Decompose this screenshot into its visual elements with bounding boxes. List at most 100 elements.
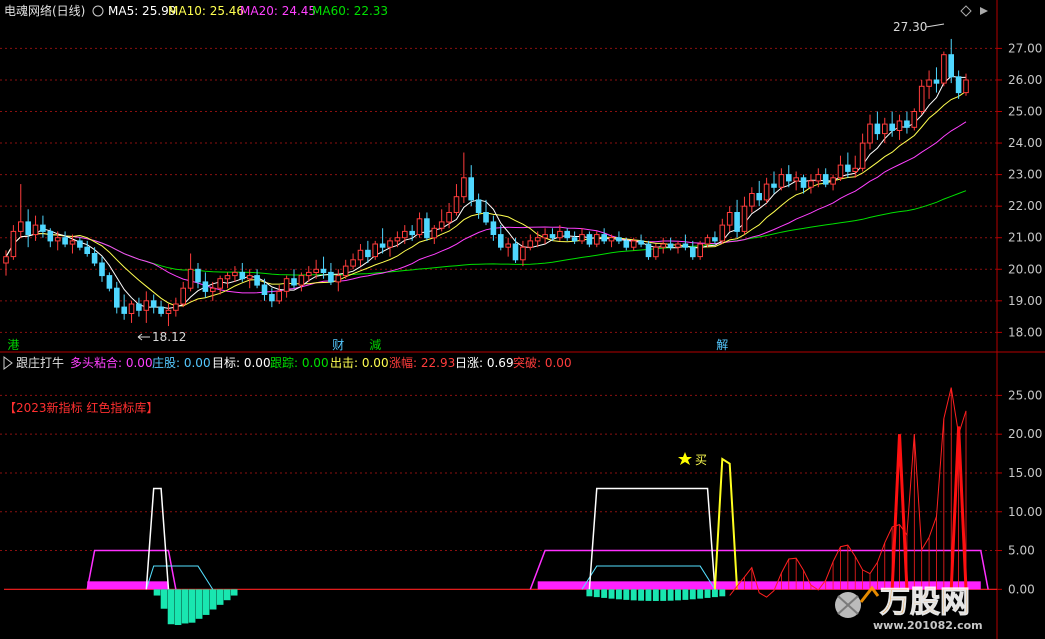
- candle-body: [69, 240, 76, 245]
- candle: [882, 117, 888, 144]
- candle-body: [269, 294, 275, 302]
- green-bar: [704, 589, 711, 598]
- candle: [372, 240, 378, 260]
- candle-body: [173, 303, 179, 311]
- candle-body: [667, 243, 674, 248]
- price-axis: 18.00 19.00 20.00 21.00 22.00 23.00 24.00 25.00…: [997, 41, 1042, 339]
- candle-body: [859, 142, 866, 169]
- green-bar: [689, 589, 696, 600]
- candle: [490, 215, 497, 241]
- candle-body: [165, 309, 172, 314]
- green-bar: [153, 589, 161, 596]
- buy-signal-label: 买: [695, 453, 707, 467]
- genzong-label: 跟踪: 0.00: [270, 356, 329, 370]
- price-tick-label: 24.00: [1008, 136, 1042, 150]
- candle: [682, 234, 689, 251]
- candle-body: [54, 237, 61, 242]
- candle: [453, 184, 460, 216]
- candle-body: [616, 237, 622, 242]
- candle-body: [564, 230, 571, 239]
- candle-body: [719, 224, 726, 242]
- candle-body: [136, 303, 142, 311]
- candle: [143, 291, 150, 323]
- candle: [837, 155, 844, 181]
- candle: [468, 165, 474, 207]
- candlesticks: [3, 38, 969, 327]
- collapse-icon[interactable]: [3, 356, 13, 370]
- candle-body: [549, 234, 556, 239]
- settings-icon[interactable]: [92, 5, 104, 17]
- candle-body: [712, 237, 718, 242]
- candle: [342, 259, 349, 279]
- candle-body: [726, 212, 733, 226]
- green-bar: [209, 589, 217, 610]
- candle: [18, 184, 24, 238]
- green-bar: [682, 589, 689, 600]
- indicator-lines: [4, 387, 997, 626]
- candle-body: [246, 275, 253, 280]
- green-bar: [195, 589, 203, 619]
- candle-body: [756, 193, 763, 201]
- watermark: 万股网 www.201082.com: [835, 585, 983, 632]
- price-min-label: 18.12: [152, 330, 186, 344]
- grid-lines: [0, 47, 997, 552]
- candle-body: [180, 287, 186, 305]
- indicator-tick-label: 20.00: [1008, 427, 1042, 441]
- candle: [505, 237, 511, 257]
- duotou-label: 多头粘合: 0.00: [70, 355, 153, 370]
- green-bar: [586, 589, 593, 597]
- candle: [394, 231, 401, 248]
- rizhang-label: 日涨: 0.69: [455, 355, 514, 370]
- candle-body: [830, 177, 836, 185]
- candle: [645, 240, 652, 260]
- candle-body: [763, 183, 770, 201]
- candle-body: [424, 218, 430, 239]
- candle-body: [453, 196, 460, 213]
- watermark-logo: 万股网: [880, 585, 970, 620]
- indicator-name: 跟庄打牛: [16, 355, 64, 370]
- candle: [896, 114, 903, 140]
- mubiao-label: 目标: 0.00: [212, 356, 271, 370]
- candle: [173, 297, 179, 317]
- candle: [202, 272, 209, 298]
- green-bar: [711, 589, 718, 598]
- chart-frame: [0, 0, 1045, 639]
- candle-body: [99, 262, 105, 277]
- stock-chart: 电魂网络(日线) MA5: 25.99 MA10: 25.46 MA20: 24…: [0, 0, 1045, 639]
- candle-body: [904, 120, 910, 128]
- candle: [874, 111, 881, 140]
- candle-body: [416, 218, 423, 236]
- indicator-tick-label: 25.00: [1008, 388, 1042, 402]
- green-bar: [216, 589, 224, 605]
- diamond-icon[interactable]: [960, 5, 972, 17]
- candle-body: [217, 278, 223, 289]
- candle-body: [224, 275, 231, 280]
- ma10-line: [5, 90, 967, 307]
- candle-body: [158, 306, 164, 314]
- ma60-label: MA60: 22.33: [312, 4, 388, 18]
- candle: [158, 300, 164, 317]
- candle-body: [291, 278, 297, 286]
- candle: [47, 228, 54, 248]
- candle-body: [542, 234, 548, 239]
- candle-body: [350, 259, 356, 267]
- candle: [328, 262, 334, 286]
- candle-body: [91, 253, 98, 264]
- candle-body: [837, 164, 844, 179]
- candle-body: [808, 180, 814, 188]
- chuji-label: 出击: 0.00: [330, 356, 389, 370]
- candle-body: [128, 303, 135, 314]
- candle-body: [114, 287, 120, 308]
- candle-body: [32, 224, 39, 236]
- indicator-tick-label: 15.00: [1008, 466, 1042, 480]
- play-icon[interactable]: [980, 7, 988, 15]
- candle: [697, 240, 704, 260]
- price-min-arrow: [137, 333, 150, 341]
- candle: [763, 177, 770, 204]
- candle-body: [867, 123, 873, 144]
- candle-body: [941, 54, 947, 84]
- candle: [195, 262, 201, 289]
- candle: [749, 187, 755, 213]
- candle-body: [815, 174, 822, 182]
- duotou-bar: [87, 581, 169, 590]
